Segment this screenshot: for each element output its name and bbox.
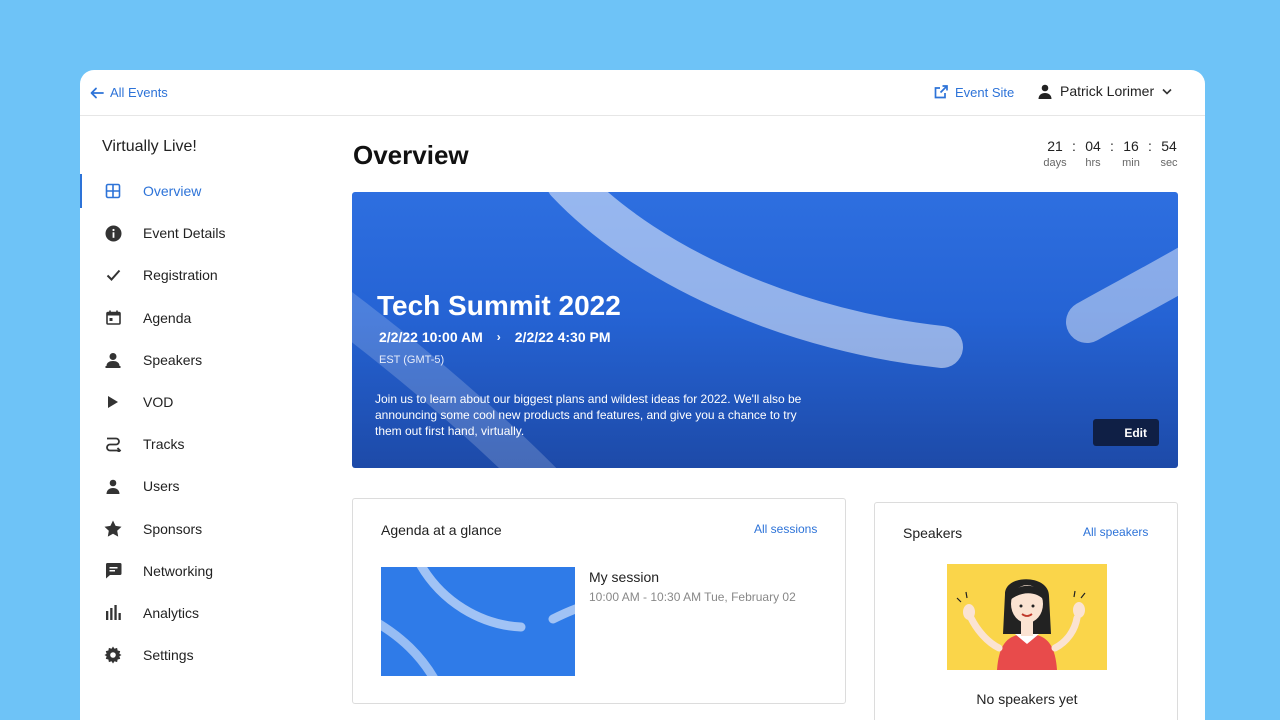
sidebar-item-sponsors[interactable]: Sponsors xyxy=(80,508,320,550)
all-sessions-link[interactable]: All sessions xyxy=(754,522,817,536)
sidebar-item-analytics[interactable]: Analytics xyxy=(80,592,320,634)
woman-waving-illustration xyxy=(956,579,1086,670)
info-icon xyxy=(104,224,122,242)
countdown-days: 21 days xyxy=(1042,138,1068,169)
sidebar-item-label: VOD xyxy=(143,394,174,411)
sidebar-item-users[interactable]: Users xyxy=(80,465,320,507)
countdown-minutes-label: min xyxy=(1122,157,1140,169)
sidebar: Virtually Live! Overview Event Details R… xyxy=(80,116,320,720)
sidebar-nav: Overview Event Details Registration Agen… xyxy=(80,170,320,676)
check-icon xyxy=(104,266,122,284)
sidebar-item-label: Speakers xyxy=(143,351,203,368)
sidebar-item-label: Analytics xyxy=(143,604,200,621)
event-site-link[interactable]: Event Site xyxy=(933,84,1014,100)
countdown-days-label: days xyxy=(1043,157,1067,169)
bar-chart-icon xyxy=(104,604,122,622)
countdown-hours-label: hrs xyxy=(1085,157,1101,169)
sidebar-item-label: Sponsors xyxy=(143,520,203,537)
countdown-minutes: 16 min xyxy=(1118,138,1144,169)
countdown-timer: 21 days : 04 hrs : 16 min : 54 sec xyxy=(1042,138,1182,169)
page-title: Overview xyxy=(353,140,469,170)
countdown-separator: : xyxy=(1148,138,1152,154)
chevron-down-icon xyxy=(1162,88,1172,95)
calendar-icon xyxy=(104,309,122,327)
session-time: 10:00 AM - 10:30 AM Tue, February 02 xyxy=(589,590,796,604)
edit-event-button[interactable]: Edit xyxy=(1093,419,1159,446)
countdown-separator: : xyxy=(1072,138,1076,154)
top-bar: All Events Event Site Patrick Lorimer xyxy=(80,70,1205,116)
countdown-seconds-value: 54 xyxy=(1161,138,1177,154)
sidebar-item-label: Registration xyxy=(143,267,218,284)
sidebar-item-label: Tracks xyxy=(143,436,185,453)
speaker-placeholder-illustration xyxy=(947,564,1107,670)
chevron-right-icon: › xyxy=(496,330,501,344)
sidebar-item-overview[interactable]: Overview xyxy=(80,170,320,212)
sidebar-item-registration[interactable]: Registration xyxy=(80,254,320,296)
event-description: Join us to learn about our biggest plans… xyxy=(375,392,802,438)
all-speakers-link[interactable]: All speakers xyxy=(1083,525,1148,539)
countdown-seconds-label: sec xyxy=(1160,157,1178,169)
sidebar-item-label: Agenda xyxy=(143,309,192,326)
chat-icon xyxy=(104,562,122,580)
app-window: All Events Event Site Patrick Lorimer Vi… xyxy=(80,70,1205,720)
gear-icon xyxy=(104,646,122,664)
countdown-minutes-value: 16 xyxy=(1123,138,1139,154)
event-dates: 2/2/22 10:00 AM › 2/2/22 4:30 PM xyxy=(379,329,611,345)
star-icon xyxy=(104,520,122,538)
agenda-card-title: Agenda at a glance xyxy=(381,522,502,538)
event-site-label: Event Site xyxy=(955,84,1015,100)
event-start: 2/2/22 10:00 AM xyxy=(379,329,483,345)
countdown-days-value: 21 xyxy=(1047,138,1063,154)
speakers-card-title: Speakers xyxy=(903,525,963,541)
event-end: 2/2/22 4:30 PM xyxy=(514,329,611,345)
all-events-label: All Events xyxy=(110,85,168,100)
countdown-hours: 04 hrs xyxy=(1080,138,1106,169)
tracks-icon xyxy=(104,435,122,453)
all-events-link[interactable]: All Events xyxy=(90,85,168,100)
user-menu[interactable]: Patrick Lorimer xyxy=(1038,83,1172,99)
agenda-card: Agenda at a glance All sessions My sessi… xyxy=(352,498,846,704)
session-name[interactable]: My session xyxy=(589,569,659,585)
user-name: Patrick Lorimer xyxy=(1060,83,1155,99)
thumbnail-decoration xyxy=(381,567,575,676)
event-hero-banner: Tech Summit 2022 2/2/22 10:00 AM › 2/2/2… xyxy=(352,192,1178,468)
sidebar-item-label: Settings xyxy=(143,647,194,664)
event-timezone: EST (GMT-5) xyxy=(379,354,445,366)
no-speakers-message: No speakers yet xyxy=(976,691,1078,707)
app-name: Virtually Live! xyxy=(102,138,197,155)
sidebar-item-networking[interactable]: Networking xyxy=(80,550,320,592)
countdown-seconds: 54 sec xyxy=(1156,138,1182,169)
user-icon xyxy=(104,477,122,495)
countdown-separator: : xyxy=(1110,138,1114,154)
external-link-icon xyxy=(934,85,948,99)
sidebar-item-tracks[interactable]: Tracks xyxy=(80,423,320,465)
sidebar-item-label: Overview xyxy=(143,183,202,200)
sidebar-item-event-details[interactable]: Event Details xyxy=(80,212,320,254)
sidebar-item-label: Users xyxy=(143,478,180,495)
speakers-card: Speakers All speakers No speakers yet xyxy=(874,502,1178,720)
sidebar-item-label: Event Details xyxy=(143,225,226,242)
countdown-hours-value: 04 xyxy=(1085,138,1101,154)
play-icon xyxy=(104,393,122,411)
arrow-left-icon xyxy=(90,87,104,98)
sidebar-item-label: Networking xyxy=(143,562,214,579)
event-title: Tech Summit 2022 xyxy=(377,290,621,321)
sidebar-item-agenda[interactable]: Agenda xyxy=(80,297,320,339)
session-thumbnail[interactable] xyxy=(381,567,575,676)
user-icon xyxy=(1038,84,1052,99)
speaker-icon xyxy=(104,351,122,369)
grid-icon xyxy=(104,182,122,200)
sidebar-item-settings[interactable]: Settings xyxy=(80,634,320,676)
sidebar-item-vod[interactable]: VOD xyxy=(80,381,320,423)
sidebar-item-speakers[interactable]: Speakers xyxy=(80,339,320,381)
